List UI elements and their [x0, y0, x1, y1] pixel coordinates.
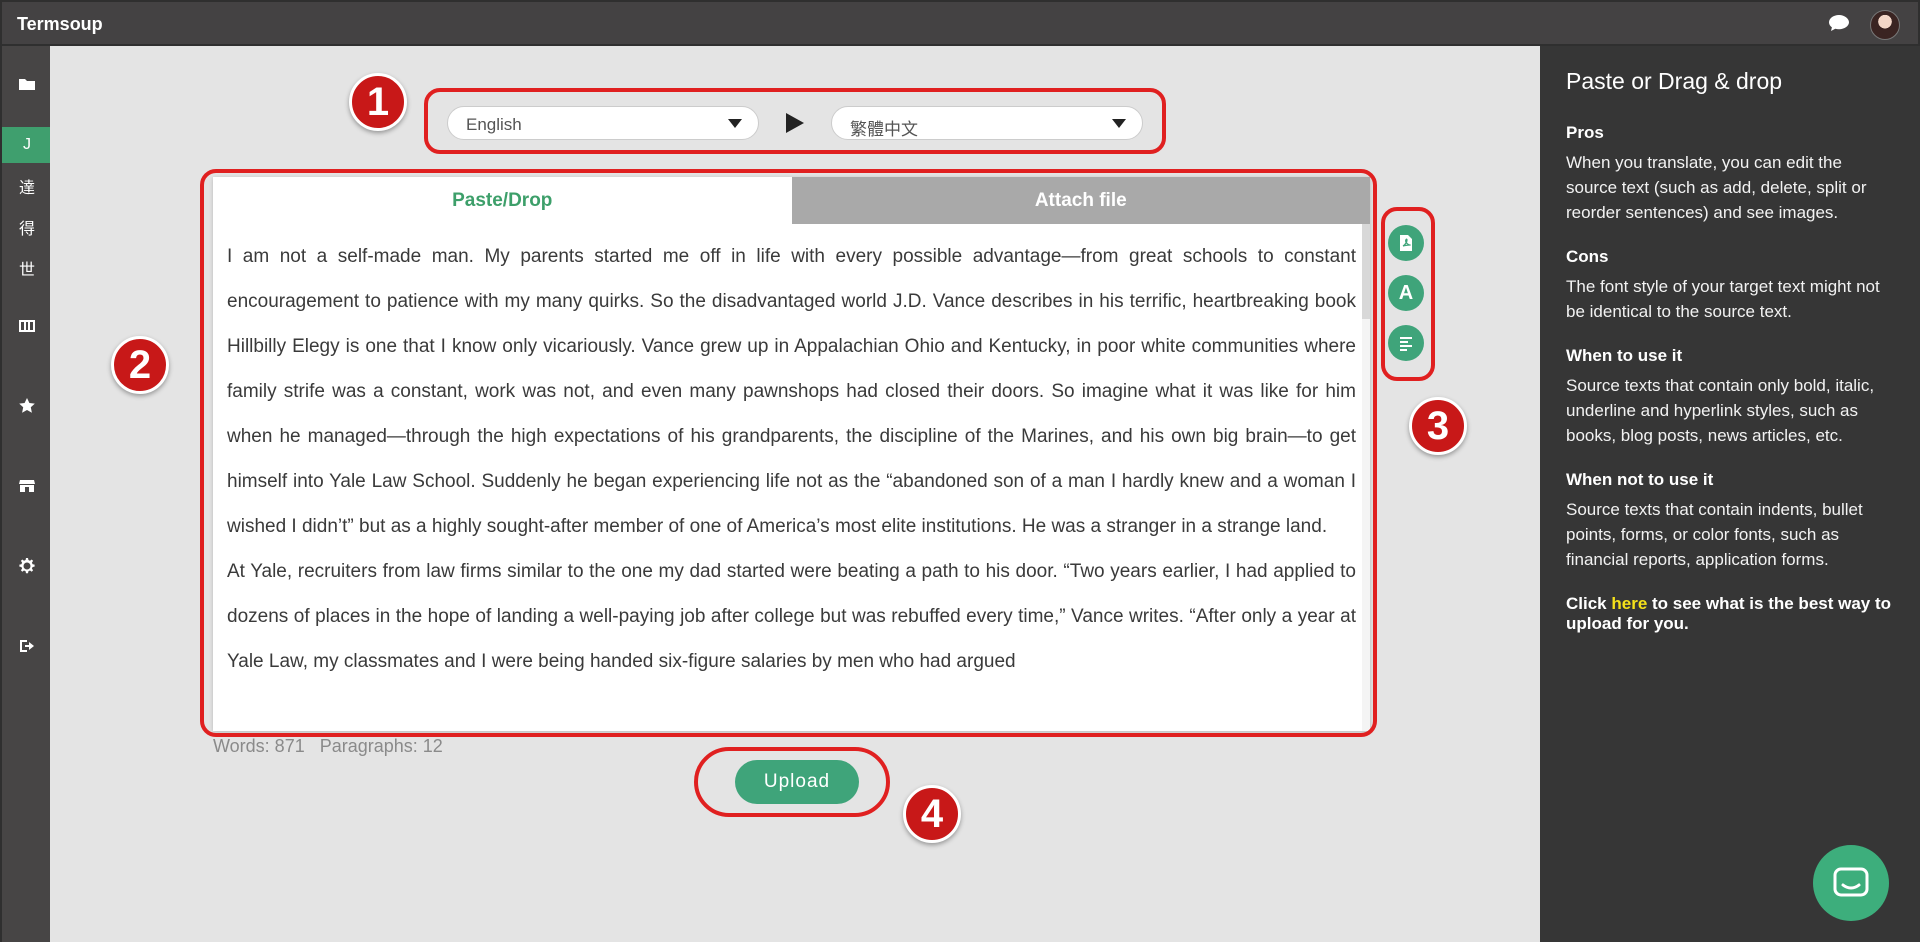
- folder-icon[interactable]: [2, 66, 52, 102]
- glossary-icon[interactable]: [2, 308, 52, 344]
- help-click-line: Click here to see what is the best way t…: [1566, 594, 1894, 634]
- sidebar: J 達 得 世: [0, 46, 52, 942]
- sidebar-item-de[interactable]: 得: [2, 209, 52, 245]
- help-here-link[interactable]: here: [1611, 594, 1647, 613]
- paragraph-count: Paragraphs: 12: [319, 736, 443, 756]
- chat-icon[interactable]: [1828, 14, 1850, 32]
- help-section-heading: Cons: [1566, 247, 1609, 266]
- store-icon[interactable]: [2, 468, 52, 504]
- help-title: Paste or Drag & drop: [1566, 68, 1783, 94]
- annotation-ring-editor: [200, 169, 1377, 737]
- gear-icon[interactable]: [2, 548, 52, 584]
- annotation-number-1: 1: [349, 73, 407, 131]
- app-title[interactable]: Termsoup: [17, 14, 103, 35]
- annotation-number-3: 3: [1409, 397, 1467, 455]
- help-section-heading: When to use it: [1566, 346, 1683, 365]
- help-click-prefix: Click: [1566, 594, 1612, 613]
- annotation-number-4: 4: [903, 785, 961, 843]
- star-icon[interactable]: [2, 388, 52, 424]
- sidebar-item-da[interactable]: 達: [2, 168, 52, 204]
- sidebar-item-j[interactable]: J: [2, 127, 52, 163]
- sidebar-item-shi[interactable]: 世: [2, 250, 52, 286]
- text-stats: Words: 871 Paragraphs: 12: [213, 736, 453, 757]
- word-count: Words: 871: [213, 736, 305, 756]
- annotation-number-2: 2: [111, 336, 169, 394]
- top-bar: Termsoup: [0, 0, 1920, 46]
- annotation-ring-upload: [694, 747, 890, 817]
- avatar[interactable]: [1870, 10, 1900, 40]
- chat-bubble-icon: [1833, 867, 1869, 897]
- annotation-ring-languages: [424, 88, 1166, 154]
- help-panel: Paste or Drag & drop Pros When you trans…: [1540, 46, 1920, 942]
- help-section-body: Source texts that contain indents, bulle…: [1566, 500, 1863, 569]
- help-section-heading: When not to use it: [1566, 470, 1714, 489]
- help-section-body: Source texts that contain only bold, ita…: [1566, 376, 1875, 445]
- support-chat-button[interactable]: [1813, 845, 1889, 921]
- logout-icon[interactable]: [2, 628, 52, 664]
- help-section-heading: Pros: [1566, 123, 1604, 142]
- annotation-ring-tools: [1381, 207, 1435, 381]
- help-section-body: When you translate, you can edit the sou…: [1566, 153, 1867, 222]
- help-section-body: The font style of your target text might…: [1566, 277, 1880, 321]
